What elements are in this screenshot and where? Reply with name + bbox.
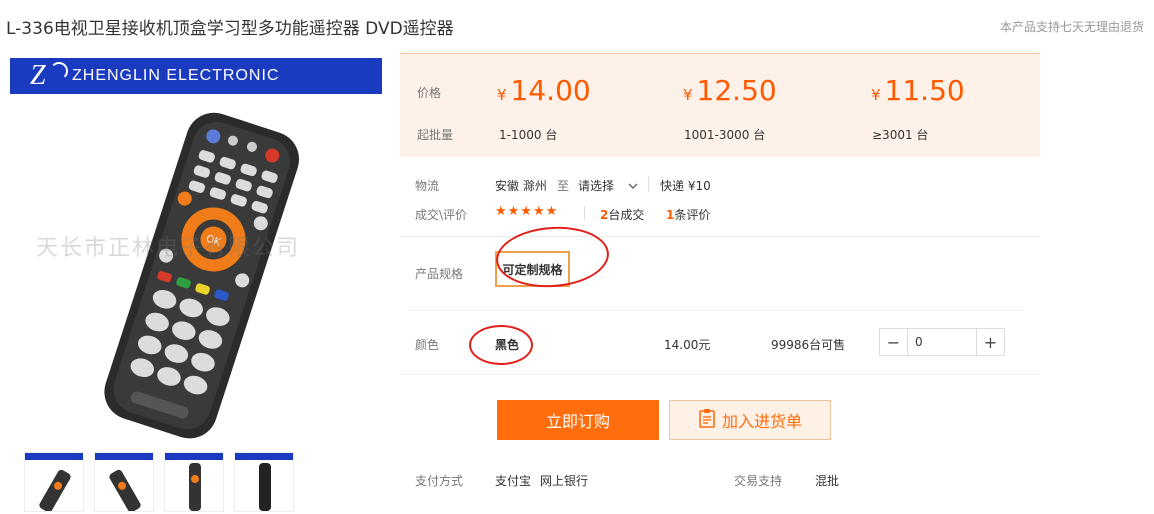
thumbnail-2[interactable] (94, 452, 154, 512)
deals-count[interactable]: 2台成交 (600, 206, 644, 223)
trade-label: 成交\评价 (415, 208, 468, 222)
thumbnail-4[interactable] (234, 452, 294, 512)
price-label: 价格 (417, 86, 442, 100)
payment-label: 支付方式 (415, 474, 464, 488)
destination-text: 请选择 (578, 179, 615, 193)
return-notice: 本产品支持七天无理由退货 (999, 20, 1144, 34)
price-tier-3: ¥11.50 (871, 74, 965, 107)
moq-label: 起批量 (417, 128, 454, 142)
payment-alipay: 支付宝 (495, 474, 532, 488)
spec-option-custom[interactable]: 可定制规格 (495, 251, 570, 287)
price-tier-1: ¥14.00 (497, 74, 591, 107)
range-tier-2: 1001-3000 台 (684, 128, 766, 142)
color-value: 黑色 (495, 338, 520, 352)
range-tier-3: ≥3001 台 (872, 128, 929, 142)
logistics-to: 至 (557, 179, 570, 193)
remote-control-image: OK (104, 112, 300, 439)
reviews-count[interactable]: 1条评价 (666, 206, 710, 223)
stock-available: 99986台可售 (771, 338, 846, 352)
logistics-label: 物流 (415, 179, 440, 193)
quantity-input[interactable] (907, 329, 977, 355)
thumbnail-3[interactable] (164, 452, 224, 512)
product-title: L-336电视卫星接收机顶盒学习型多功能遥控器 DVD遥控器 (6, 19, 454, 39)
clipboard-icon (698, 408, 716, 432)
rating-stars-icon: ★★★★★ (495, 204, 559, 219)
trade-support-value: 混批 (815, 474, 840, 488)
trade-support-label: 交易支持 (734, 474, 783, 488)
color-label: 颜色 (415, 338, 440, 352)
thumbnail-list (24, 452, 294, 512)
payment-online-bank: 网上银行 (540, 474, 589, 488)
spec-label: 产品规格 (415, 267, 464, 281)
price-tier-2: ¥12.50 (683, 74, 777, 107)
logistics-origin: 安徽 滁州 (495, 179, 547, 193)
range-tier-1: 1-1000 台 (499, 128, 558, 142)
chevron-down-icon (628, 179, 638, 193)
add-to-cart-button[interactable]: 加入进货单 (669, 400, 831, 440)
quantity-stepper: − + (879, 328, 1005, 356)
price-panel: 价格 起批量 ¥14.00 ¥12.50 ¥11.50 1-1000 台 100… (400, 53, 1040, 157)
product-gallery: Z ZHENGLIN ELECTRONIC OK 天长市正林电子有限公司 (8, 52, 384, 452)
shipping-fee: 快递 ¥10 (660, 179, 711, 193)
buy-now-button[interactable]: 立即订购 (497, 400, 659, 440)
increase-button[interactable]: + (977, 329, 1004, 355)
add-to-cart-label: 加入进货单 (721, 412, 802, 431)
decrease-button[interactable]: − (880, 329, 907, 355)
thumbnail-1[interactable] (24, 452, 84, 512)
destination-select[interactable]: 请选择 (578, 177, 638, 194)
unit-price: 14.00元 (664, 338, 711, 352)
